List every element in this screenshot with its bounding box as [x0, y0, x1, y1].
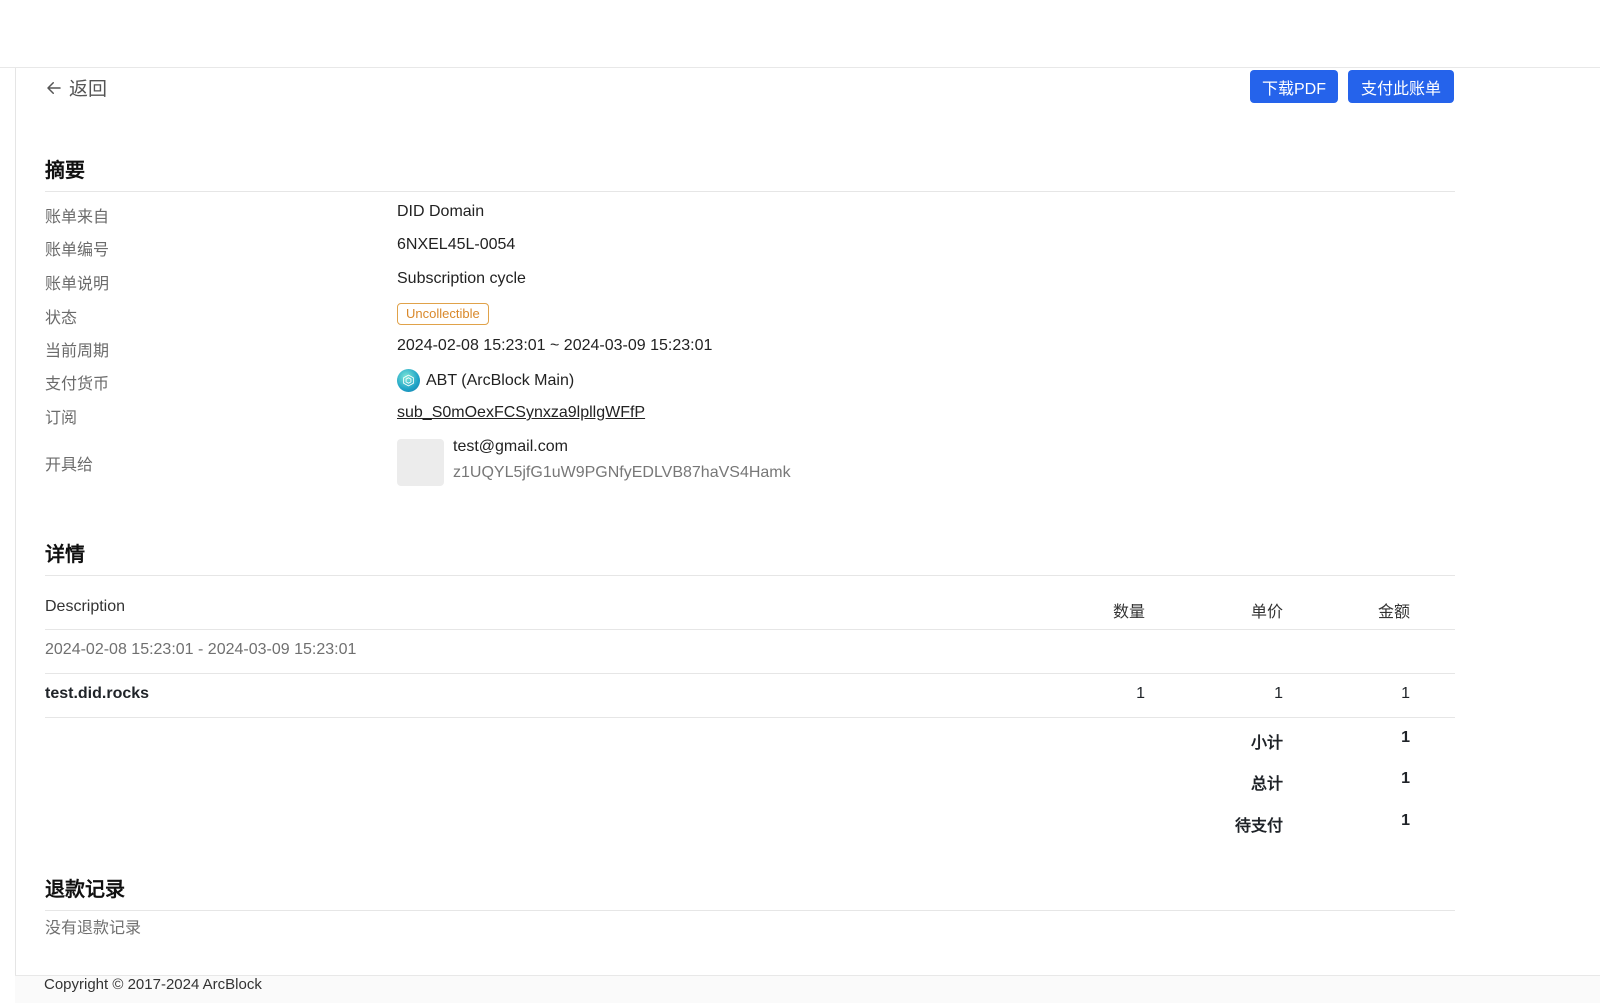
- column-quantity: 数量: [1112, 604, 1145, 621]
- summary-value: Subscription cycle: [397, 270, 526, 287]
- total-label: 总计: [1250, 776, 1283, 793]
- summary-label: 当前周期: [45, 343, 110, 360]
- item-unit-price: 1: [1274, 685, 1283, 702]
- summary-label: 开具给: [45, 457, 94, 474]
- currency-value: ABT (ArcBlock Main): [426, 371, 575, 389]
- subtotal-label: 小计: [1250, 735, 1283, 752]
- summary-row-currency: 支付货币 ABT (ArcBlock Main): [45, 369, 1455, 394]
- customer-did-address: z1UQYL5jfG1uW9PGNfyEDLVB87haVS4Hamk: [453, 464, 791, 481]
- back-label: 返回: [69, 79, 108, 100]
- summary-row-subscription: 订阅 sub_S0mOexFCSynxza9lpllgWFfP: [45, 404, 1455, 428]
- subtotal-value: 1: [1401, 729, 1410, 746]
- summary-title: 摘要: [45, 160, 85, 182]
- sidebar-divider: [15, 68, 16, 1003]
- back-link[interactable]: 返回: [45, 74, 107, 101]
- refunds-empty-text: 没有退款记录: [45, 920, 142, 937]
- copyright-text: Copyright © 2017-2024 ArcBlock: [44, 976, 262, 993]
- column-unit-price: 单价: [1250, 604, 1283, 621]
- summary-label: 状态: [45, 310, 78, 327]
- table-row-divider: [45, 673, 1455, 674]
- top-app-bar: [0, 0, 1600, 68]
- item-amount: 1: [1401, 685, 1410, 702]
- customer-avatar: [397, 439, 444, 486]
- summary-row-status: 状态 Uncollectible: [45, 303, 1455, 328]
- summary-row-source: 账单来自 DID Domain: [45, 203, 1455, 227]
- summary-row-description: 账单说明 Subscription cycle: [45, 270, 1455, 294]
- details-title: 详情: [45, 544, 85, 566]
- arrow-left-icon: [47, 81, 61, 94]
- refunds-title: 退款记录: [45, 879, 125, 901]
- table-row-divider: [45, 717, 1455, 718]
- table-header: Description 数量 单价 金额: [45, 598, 1455, 642]
- line-item-period: 2024-02-08 15:23:01 - 2024-03-09 15:23:0…: [45, 641, 357, 658]
- footer: Copyright © 2017-2024 ArcBlock: [15, 975, 1600, 1003]
- summary-divider: [45, 191, 1455, 192]
- summary-label: 账单编号: [45, 242, 110, 259]
- column-amount: 金额: [1377, 604, 1410, 621]
- download-pdf-button[interactable]: 下载PDF: [1250, 70, 1338, 103]
- item-quantity: 1: [1136, 685, 1145, 702]
- table-header-divider: [45, 629, 1455, 630]
- amount-due-label: 待支付: [1234, 818, 1283, 835]
- summary-row-period: 当前周期 2024-02-08 15:23:01 ~ 2024-03-09 15…: [45, 337, 1455, 361]
- summary-value: 2024-02-08 15:23:01 ~ 2024-03-09 15:23:0…: [397, 337, 713, 354]
- item-description: test.did.rocks: [45, 685, 150, 702]
- customer-email: test@gmail.com: [453, 438, 568, 455]
- summary-row-number: 账单编号 6NXEL45L-0054: [45, 236, 1455, 260]
- pay-invoice-button[interactable]: 支付此账单: [1348, 70, 1454, 103]
- column-description: Description: [45, 598, 126, 615]
- amount-due-value: 1: [1401, 812, 1410, 829]
- summary-label: 账单来自: [45, 209, 110, 226]
- summary-value: 6NXEL45L-0054: [397, 236, 516, 253]
- summary-value: DID Domain: [397, 203, 485, 220]
- abt-token-icon: [397, 369, 420, 392]
- summary-label: 账单说明: [45, 276, 110, 293]
- summary-label: 支付货币: [45, 376, 110, 393]
- summary-label: 订阅: [45, 410, 78, 427]
- refunds-divider: [45, 910, 1455, 911]
- details-divider: [45, 575, 1455, 576]
- subscription-link[interactable]: sub_S0mOexFCSynxza9lpllgWFfP: [397, 404, 645, 422]
- total-value: 1: [1401, 770, 1410, 787]
- status-badge: Uncollectible: [397, 303, 489, 325]
